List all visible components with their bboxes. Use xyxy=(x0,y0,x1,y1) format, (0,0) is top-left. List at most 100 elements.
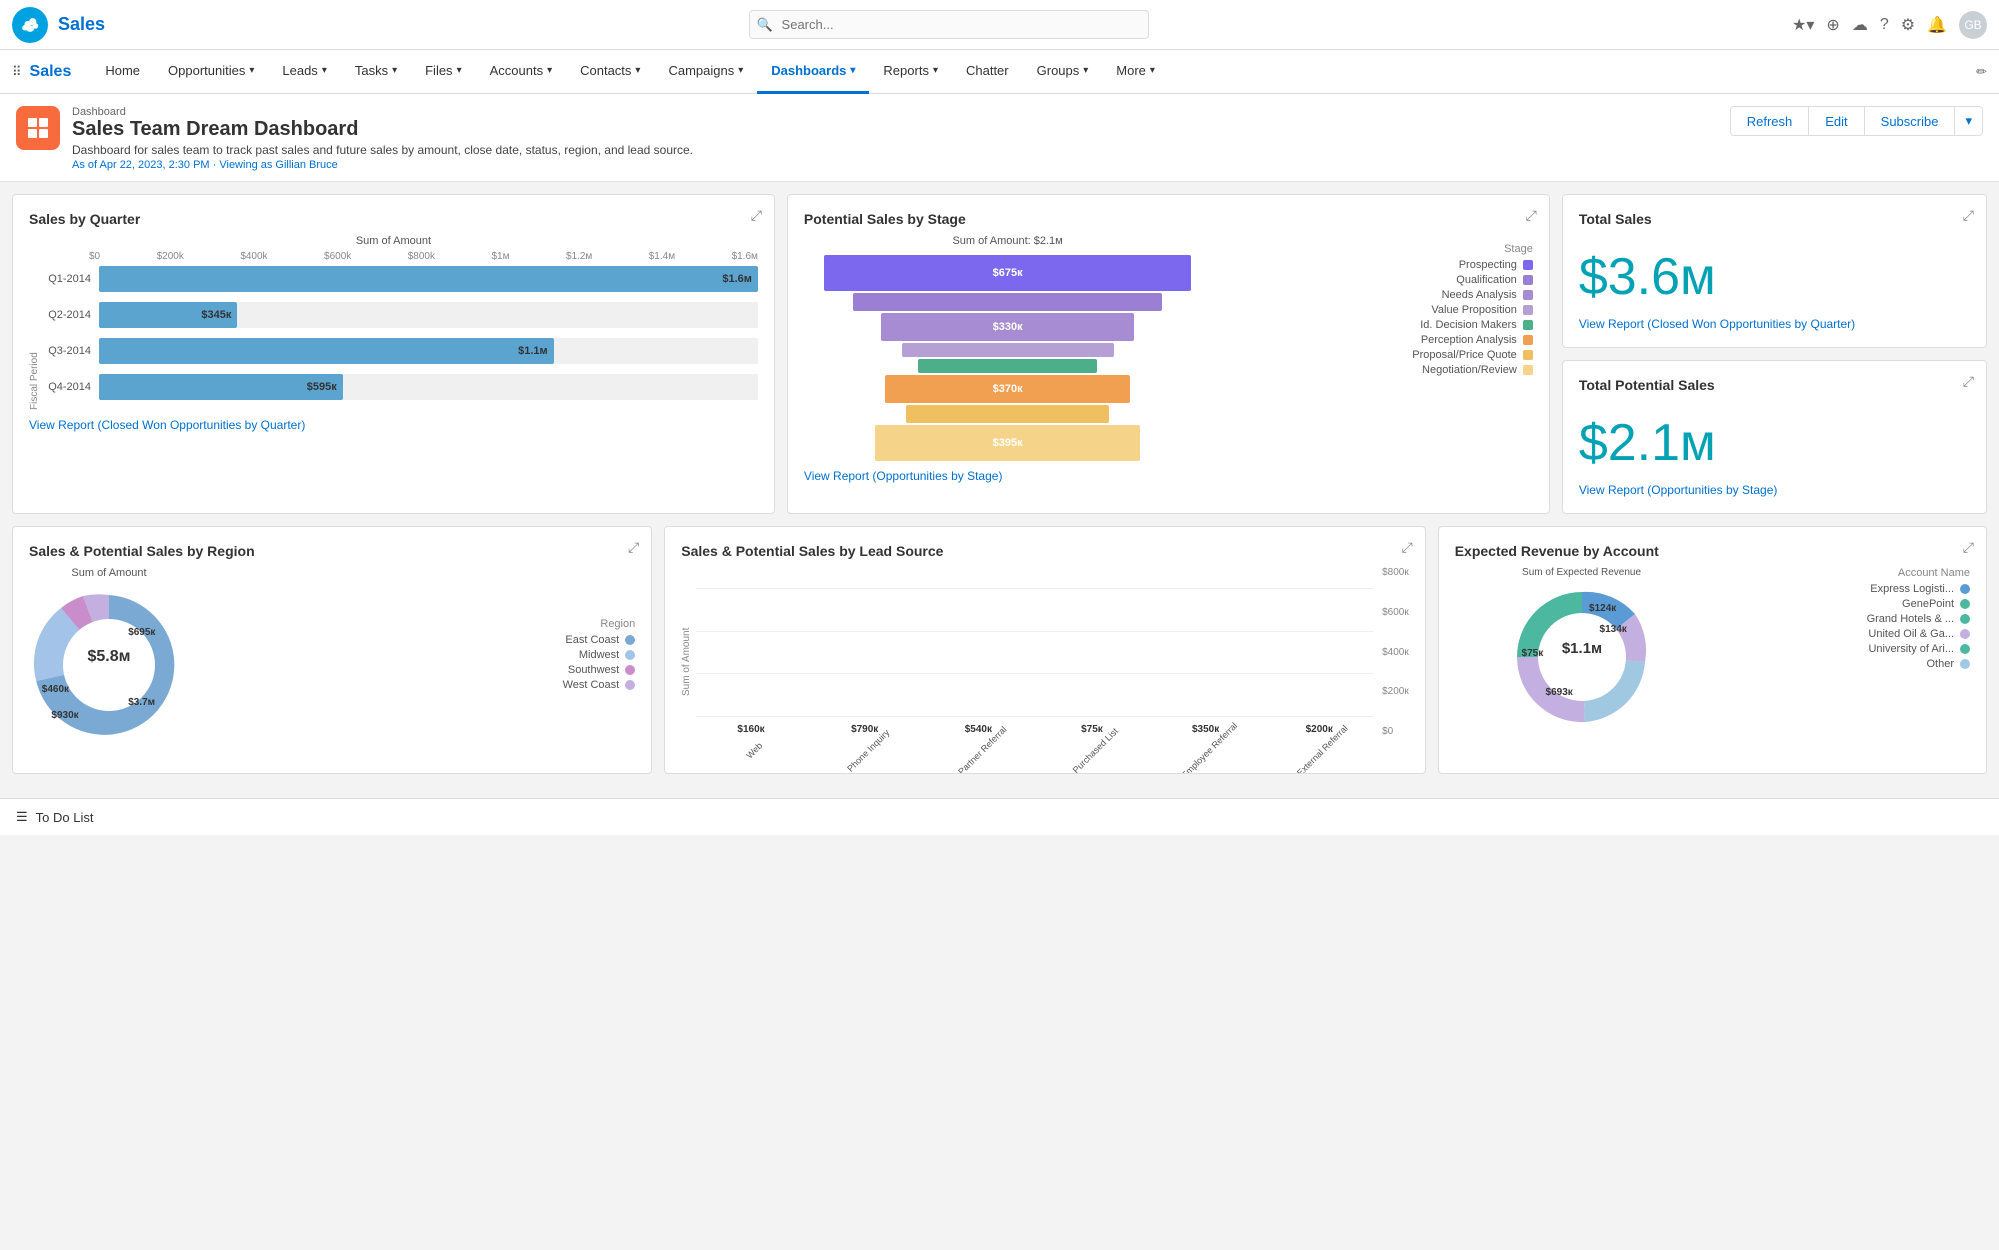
cloud-icon[interactable]: ☁ xyxy=(1852,15,1868,35)
search-input[interactable] xyxy=(749,10,1149,39)
nav-item-campaigns[interactable]: Campaigns ▾ xyxy=(654,50,757,94)
actions-dropdown-button[interactable]: ▾ xyxy=(1955,107,1982,135)
revenue-donut-chart: $1.1м $124к $134к $693к $75к xyxy=(1507,582,1657,732)
nav-item-home[interactable]: Home xyxy=(91,50,154,94)
salesforce-logo[interactable] xyxy=(12,7,48,43)
bar-row-q2: Q2-2014 $345к xyxy=(44,302,758,328)
nav-edit-icon[interactable]: ✏ xyxy=(1976,64,1987,80)
nav-item-chatter-label: Chatter xyxy=(966,63,1009,78)
settings-icon[interactable]: ⚙ xyxy=(1901,15,1915,35)
bar-v-val-phone: $790к xyxy=(851,724,878,735)
nav-item-groups-label: Groups xyxy=(1037,63,1080,78)
bell-icon[interactable]: 🔔 xyxy=(1927,15,1947,35)
x-axis-800k: $800k xyxy=(408,251,435,262)
expand-icon-quarter[interactable]: ⤢ xyxy=(751,207,762,224)
region-val-west: $3.7м xyxy=(128,697,155,708)
x-axis-0: $0 xyxy=(89,251,100,262)
bar-label-q1: Q1-2014 xyxy=(44,273,99,285)
bar-bg-q2: $345к xyxy=(99,302,758,328)
opp-chevron: ▾ xyxy=(249,65,254,76)
view-report-total-potential[interactable]: View Report (Opportunities by Stage) xyxy=(1579,483,1970,497)
funnel-seg-qualification xyxy=(853,293,1163,311)
expand-icon-total-sales[interactable]: ⤢ xyxy=(1963,207,1974,224)
nav-item-reports[interactable]: Reports ▾ xyxy=(869,50,952,94)
region-legend: Region East Coast Midwest Southwest xyxy=(205,618,635,694)
funnel-val-negotiation: $395к xyxy=(993,437,1023,449)
add-icon[interactable]: ⊕ xyxy=(1826,15,1839,35)
legend-perception: Perception Analysis xyxy=(1227,334,1533,346)
nav-item-accounts[interactable]: Accounts ▾ xyxy=(476,50,567,94)
region-chart-label: Sum of Amount xyxy=(71,567,146,579)
legend-label-perception: Perception Analysis xyxy=(1421,334,1517,346)
nav-item-campaigns-label: Campaigns xyxy=(668,63,734,78)
top-nav: Sales 🔍 ★▾ ⊕ ☁ ? ⚙ 🔔 GB xyxy=(0,0,1999,50)
expand-icon-region[interactable]: ⤢ xyxy=(628,539,639,556)
nav-item-tasks[interactable]: Tasks ▾ xyxy=(341,50,411,94)
legend-label-proposal: Proposal/Price Quote xyxy=(1412,349,1517,361)
favorite-icon[interactable]: ★▾ xyxy=(1792,15,1814,35)
legend-other: Other xyxy=(1716,658,1970,670)
funnel-seg-prospecting: $675к xyxy=(824,255,1191,291)
y-label-0: $0 xyxy=(1382,726,1409,737)
bar-row-q3: Q3-2014 $1.1м xyxy=(44,338,758,364)
total-sales-card: Total Sales ⤢ $3.6м View Report (Closed … xyxy=(1562,194,1987,348)
secondary-nav: ⠿ Sales Home Opportunities ▾ Leads ▾ Tas… xyxy=(0,50,1999,94)
avatar[interactable]: GB xyxy=(1959,11,1987,39)
expand-icon-total-potential[interactable]: ⤢ xyxy=(1963,373,1974,390)
legend-label-united: United Oil & Ga... xyxy=(1868,628,1954,640)
y-label-800k: $800к xyxy=(1382,567,1409,578)
contacts-chevron: ▾ xyxy=(635,65,640,76)
nav-item-dashboards[interactable]: Dashboards ▾ xyxy=(757,50,869,94)
legend-label-gene: GenePoint xyxy=(1902,598,1954,610)
nav-item-groups[interactable]: Groups ▾ xyxy=(1023,50,1103,94)
bar-val-q2: $345к xyxy=(201,309,231,321)
nav-item-opportunities[interactable]: Opportunities ▾ xyxy=(154,50,268,94)
funnel-val-perception: $370к xyxy=(993,383,1023,395)
nav-item-chatter[interactable]: Chatter xyxy=(952,50,1023,94)
view-report-stage[interactable]: View Report (Opportunities by Stage) xyxy=(804,469,1533,483)
bar-row-q1: Q1-2014 $1.6м xyxy=(44,266,758,292)
nav-item-leads-label: Leads xyxy=(282,63,317,78)
legend-label-decision: Id. Decision Makers xyxy=(1420,319,1517,331)
sec-nav-appname[interactable]: Sales xyxy=(30,63,72,81)
legend-genepoint: GenePoint xyxy=(1716,598,1970,610)
view-report-quarter[interactable]: View Report (Closed Won Opportunities by… xyxy=(29,418,758,432)
bar-bg-q3: $1.1м xyxy=(99,338,758,364)
expand-icon-lead[interactable]: ⤢ xyxy=(1402,539,1413,556)
region-val-southwest: $930к xyxy=(51,710,78,721)
legend-qualification: Qualification xyxy=(1227,274,1533,286)
funnel-subtitle: Sum of Amount: $2.1м xyxy=(804,235,1211,247)
nav-item-leads[interactable]: Leads ▾ xyxy=(268,50,340,94)
groups-chevron: ▾ xyxy=(1083,65,1088,76)
expand-icon-revenue[interactable]: ⤢ xyxy=(1963,539,1974,556)
x-axis-400k: $400k xyxy=(240,251,267,262)
region-legend-title: Region xyxy=(205,618,635,630)
refresh-button[interactable]: Refresh xyxy=(1731,107,1810,135)
legend-dot-value-prop xyxy=(1523,305,1533,315)
nav-item-contacts[interactable]: Contacts ▾ xyxy=(566,50,654,94)
svg-text:$1.1м: $1.1м xyxy=(1561,640,1601,657)
nav-item-more[interactable]: More ▾ xyxy=(1102,50,1169,94)
nav-item-tasks-label: Tasks xyxy=(355,63,388,78)
funnel-legend: Stage Prospecting Qualification Needs An… xyxy=(1227,235,1533,379)
legend-label-needs: Needs Analysis xyxy=(1442,289,1517,301)
legend-label-qualification: Qualification xyxy=(1456,274,1517,286)
expand-icon-stage[interactable]: ⤢ xyxy=(1526,207,1537,224)
accounts-chevron: ▾ xyxy=(547,65,552,76)
legend-label-other: Other xyxy=(1927,658,1955,670)
bar-label-q3: Q3-2014 xyxy=(44,345,99,357)
legend-label-grand: Grand Hotels & ... xyxy=(1867,613,1954,625)
grid-icon[interactable]: ⠿ xyxy=(12,64,22,80)
edit-button[interactable]: Edit xyxy=(1809,107,1864,135)
nav-item-files[interactable]: Files ▾ xyxy=(411,50,475,94)
view-report-total-sales[interactable]: View Report (Closed Won Opportunities by… xyxy=(1579,317,1970,331)
help-icon[interactable]: ? xyxy=(1880,16,1889,34)
bar-v-employee: $350к xyxy=(1151,724,1261,735)
legend-label-east: East Coast xyxy=(565,634,619,646)
y-label-400k: $400к xyxy=(1382,647,1409,658)
bar-val-q4: $595к xyxy=(307,381,337,393)
todo-label[interactable]: To Do List xyxy=(36,810,94,825)
subscribe-button[interactable]: Subscribe xyxy=(1865,107,1956,135)
sales-by-lead-title: Sales & Potential Sales by Lead Source xyxy=(681,543,1408,559)
legend-east-coast: East Coast xyxy=(205,634,635,646)
